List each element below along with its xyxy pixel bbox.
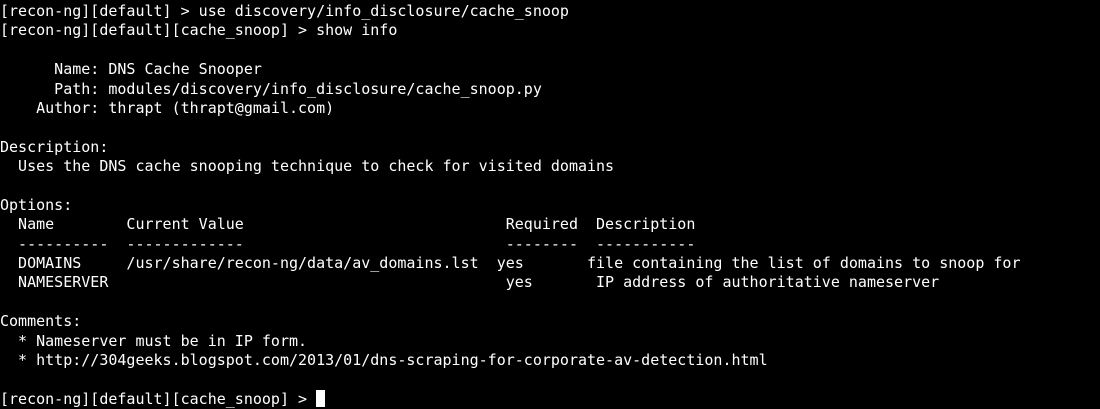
prompt-text: [recon-ng][default][cache_snoop] > bbox=[0, 389, 317, 408]
info-path: Path: modules/discovery/info_disclosure/… bbox=[0, 79, 542, 98]
info-author: Author: thrapt (thrapt@gmail.com) bbox=[0, 98, 335, 117]
options-table-header: Name Current Value Required Description bbox=[0, 215, 696, 234]
command-line-use: [recon-ng][default] > use discovery/info… bbox=[0, 2, 569, 20]
prompt-line[interactable]: [recon-ng][default][cache_snoop] > bbox=[0, 389, 1100, 409]
text-cursor[interactable] bbox=[316, 389, 326, 407]
description-text: Uses the DNS cache snooping technique to… bbox=[0, 157, 615, 176]
comment-item-link: * http://304geeks.blogspot.com/2013/01/d… bbox=[0, 351, 768, 370]
options-row-domains: DOMAINS /usr/share/recon-ng/data/av_doma… bbox=[0, 254, 1021, 273]
info-name: Name: DNS Cache Snooper bbox=[0, 60, 262, 79]
command-line-show-info: [recon-ng][default][cache_snoop] > show … bbox=[0, 21, 398, 40]
options-row-nameserver: NAMESERVER yes IP address of authoritati… bbox=[0, 273, 940, 292]
comments-heading: Comments: bbox=[0, 312, 82, 331]
terminal-window[interactable]: [recon-ng][default] > use discovery/info… bbox=[0, 0, 1100, 409]
description-heading: Description: bbox=[0, 137, 109, 156]
options-heading: Options: bbox=[0, 195, 73, 214]
comment-item: * Nameserver must be in IP form. bbox=[0, 331, 308, 350]
options-table-divider: ---------- ------------- -------- ------… bbox=[0, 234, 696, 253]
